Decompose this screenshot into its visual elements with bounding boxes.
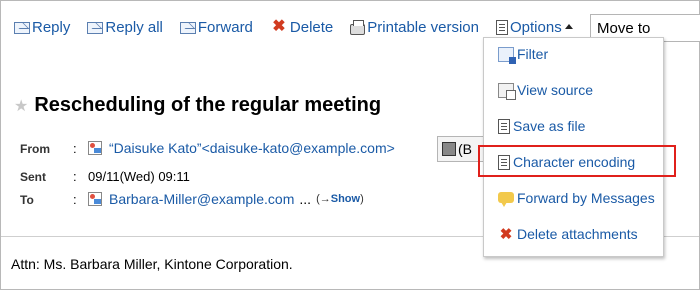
person-icon bbox=[88, 192, 102, 206]
options-button[interactable]: Options bbox=[496, 19, 573, 36]
person-icon bbox=[88, 141, 102, 155]
from-value-row: “Daisuke Kato”<daisuke-kato@example.com> bbox=[88, 140, 395, 156]
to-label: To bbox=[20, 193, 34, 207]
message-title: Rescheduling of the regular meeting bbox=[34, 94, 382, 116]
menu-item-delete-attachments[interactable]: ✖ Delete attachments bbox=[498, 226, 638, 242]
sent-label: Sent bbox=[20, 170, 47, 184]
reply-button[interactable]: Reply bbox=[14, 19, 70, 36]
to-colon: : bbox=[73, 192, 77, 207]
address-book-label: (B bbox=[458, 141, 472, 157]
address-book-icon bbox=[442, 142, 456, 156]
message-bubble-icon bbox=[498, 191, 514, 207]
forward-label: Forward bbox=[197, 18, 253, 36]
options-label: Options bbox=[510, 18, 562, 36]
sent-datetime: 09/11(Wed) 09:11 bbox=[88, 169, 190, 184]
menu-item-save-as-file[interactable]: Save as file bbox=[498, 118, 585, 134]
message-body: Attn: Ms. Barbara Miller, Kintone Corpor… bbox=[11, 256, 293, 272]
filter-icon bbox=[498, 46, 516, 64]
reply-all-envelope-icon bbox=[87, 22, 104, 34]
show-suffix: ) bbox=[360, 193, 364, 205]
menu-item-view-source[interactable]: View source bbox=[498, 82, 594, 100]
delete-label: Delete bbox=[289, 18, 334, 36]
save-file-icon bbox=[498, 118, 510, 134]
show-prefix: (→ bbox=[316, 193, 331, 205]
show-link[interactable]: Show bbox=[331, 193, 360, 205]
caret-up-icon bbox=[564, 23, 573, 29]
to-value-row: Barbara-Miller@example.com ... (→Show) bbox=[88, 191, 364, 207]
sent-colon: : bbox=[73, 169, 77, 184]
forward-button[interactable]: Forward bbox=[179, 18, 253, 36]
reply-envelope-icon bbox=[14, 22, 30, 34]
menu-item-label: Forward by Messages bbox=[517, 190, 655, 206]
forward-envelope-icon bbox=[179, 22, 196, 34]
options-document-icon bbox=[496, 19, 508, 35]
message-title-row: ★ Rescheduling of the regular meeting bbox=[14, 94, 381, 117]
reply-all-button[interactable]: Reply all bbox=[87, 19, 163, 36]
printable-version-label: Printable version bbox=[367, 18, 479, 36]
delete-button[interactable]: ✖ Delete bbox=[270, 19, 333, 36]
menu-item-label: View source bbox=[517, 82, 594, 98]
menu-item-label: Filter bbox=[517, 46, 549, 62]
printable-version-button[interactable]: Printable version bbox=[350, 19, 479, 36]
star-icon[interactable]: ★ bbox=[14, 96, 28, 116]
to-address-link[interactable]: Barbara-Miller@example.com bbox=[109, 191, 294, 207]
reply-label: Reply bbox=[32, 18, 71, 36]
menu-item-label: Delete attachments bbox=[517, 226, 638, 242]
from-address-link[interactable]: “Daisuke Kato”<daisuke-kato@example.com> bbox=[109, 140, 395, 156]
sent-value: 09/11(Wed) 09:11 bbox=[88, 169, 190, 184]
to-more-ellipsis: ... bbox=[299, 191, 312, 207]
delete-x-icon: ✖ bbox=[499, 225, 513, 243]
from-label: From bbox=[20, 142, 50, 156]
reply-all-label: Reply all bbox=[105, 18, 163, 36]
show-recipients: (→Show) bbox=[316, 193, 364, 205]
view-source-icon bbox=[498, 82, 516, 100]
printer-icon bbox=[350, 19, 366, 35]
menu-item-forward-by-messages[interactable]: Forward by Messages bbox=[498, 190, 655, 207]
menu-item-filter[interactable]: Filter bbox=[498, 46, 549, 64]
from-colon: : bbox=[73, 141, 77, 156]
menu-item-label: Save as file bbox=[513, 118, 586, 134]
delete-x-icon: ✖ bbox=[272, 18, 286, 35]
character-encoding-highlight-box bbox=[478, 145, 676, 177]
